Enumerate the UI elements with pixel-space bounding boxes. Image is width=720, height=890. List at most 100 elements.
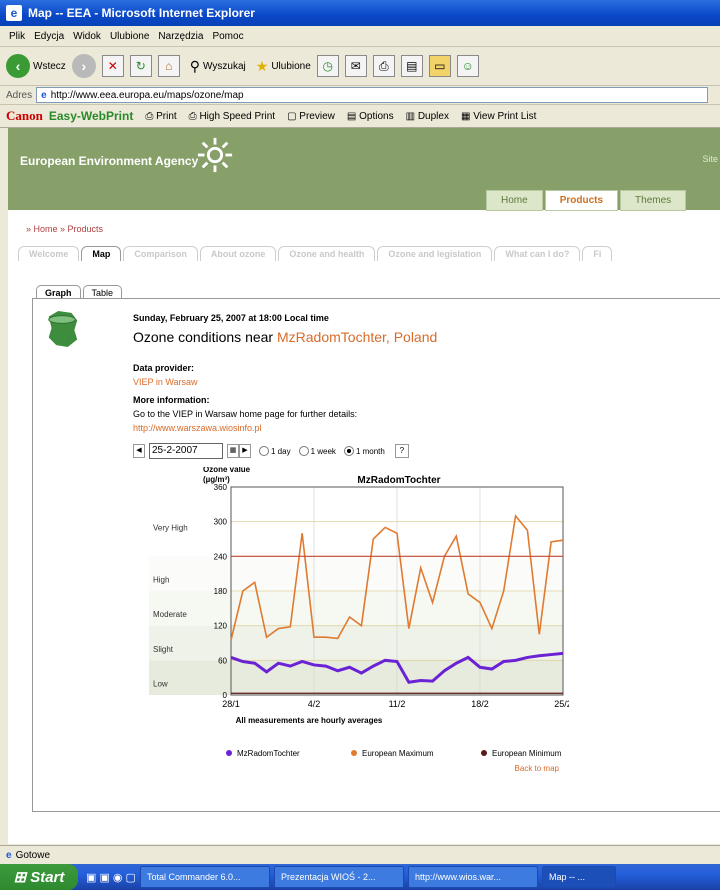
canon-preview-button[interactable]: ▢ Preview: [287, 111, 335, 122]
easy-webprint-menu[interactable]: Easy-WebPrint: [49, 109, 133, 123]
legend-marker: [226, 750, 232, 756]
ie-icon: e: [6, 5, 22, 21]
taskbar-item-label: http://www.wios.war...: [414, 872, 501, 882]
canon-viewlist-label: View Print List: [473, 110, 537, 122]
canon-hsprint-button[interactable]: ⎙ High Speed Print: [189, 111, 275, 122]
address-input[interactable]: e http://www.eea.europa.eu/maps/ozone/ma…: [36, 87, 709, 103]
browser-window: e Map -- EEA - Microsoft Internet Explor…: [0, 0, 720, 890]
canon-options-label: Options: [359, 110, 394, 122]
nav-tab-home[interactable]: Home: [486, 190, 543, 211]
canon-options-button[interactable]: ▤ Options: [347, 111, 394, 122]
band-label-bg: [149, 556, 231, 591]
taskbar: ⊞ Start ▣ ▣ ◉ ▢ Total Commander 6.0... Pr…: [0, 864, 720, 890]
address-bar: Adres e http://www.eea.europa.eu/maps/oz…: [0, 86, 720, 105]
print-icon[interactable]: ⎙: [372, 55, 395, 77]
site-name[interactable]: European Environment Agency: [20, 154, 198, 168]
canon-viewlist-button[interactable]: ▦ View Print List: [461, 111, 536, 122]
nav-tab-products[interactable]: Products: [544, 190, 619, 211]
provider-heading: Data provider:: [133, 363, 195, 373]
band-label: High: [153, 575, 169, 584]
taskbar-item-presentation[interactable]: Prezentacja WIOŚ - 2...: [273, 866, 404, 888]
chart-title: MzRadomTochter: [357, 475, 440, 486]
messenger-icon[interactable]: ☺: [456, 55, 479, 77]
search-label: Wyszukaj: [203, 60, 246, 72]
back-to-map-link[interactable]: Back to map: [515, 764, 560, 773]
radio-1-day[interactable]: [259, 446, 269, 456]
menu-favorites[interactable]: Ulubione: [110, 31, 149, 42]
more-info-text: Go to the VIEP in Warsaw home page for f…: [133, 409, 358, 419]
date-input[interactable]: 25-2-2007: [149, 443, 223, 459]
nav-tab-themes[interactable]: Themes: [620, 190, 687, 211]
provider-link[interactable]: VIEP in Warsaw: [133, 377, 198, 387]
provider-label: Data provider:: [133, 363, 194, 373]
edit-icon[interactable]: ▤: [400, 55, 423, 77]
x-tick-label: 11/2: [389, 699, 406, 709]
canon-duplex-label: Duplex: [417, 110, 449, 122]
taskbar-item-wios[interactable]: http://www.wios.war...: [407, 866, 538, 888]
forward-button[interactable]: ›: [71, 54, 96, 78]
menu-edit[interactable]: Edycja: [34, 31, 64, 42]
legend-marker: [481, 750, 487, 756]
band-label: Moderate: [153, 610, 187, 619]
refresh-icon[interactable]: ↻: [129, 55, 152, 77]
tab-more[interactable]: Fi: [582, 246, 613, 261]
help-button[interactable]: ?: [394, 444, 409, 458]
y-tick-label: 180: [214, 587, 228, 596]
start-button[interactable]: ⊞ Start: [0, 864, 78, 890]
menu-file[interactable]: Plik: [9, 31, 25, 42]
legend-label: European Minimum: [492, 749, 562, 758]
x-tick-label: 18/2: [471, 699, 489, 709]
taskbar-item-map[interactable]: Map -- ...: [541, 866, 616, 888]
tab-welcome[interactable]: Welcome: [18, 246, 80, 261]
y-tick-label: 360: [214, 483, 228, 492]
canon-preview-label: Preview: [299, 110, 335, 122]
address-label: Adres: [6, 89, 33, 101]
radio-1-week-label: 1 week: [310, 446, 336, 456]
site-header: European Environment Agency Site Home Pr…: [8, 128, 720, 211]
y-tick-label: 0: [223, 691, 228, 700]
next-date-button[interactable]: ▶: [239, 444, 251, 458]
quick-launch-icons[interactable]: ▣ ▣ ◉ ▢: [86, 871, 136, 884]
station-location: MzRadomTochter, Poland: [276, 329, 438, 345]
tab-ozone-legislation[interactable]: Ozone and legislation: [377, 246, 493, 261]
canon-print-button[interactable]: ⎙ Print: [145, 111, 176, 122]
canon-hsprint-label: High Speed Print: [199, 110, 276, 122]
status-bar: e Gotowe: [0, 845, 720, 864]
tab-comparison[interactable]: Comparison: [123, 246, 198, 261]
y-tick-label: 240: [214, 552, 228, 561]
canon-toolbar: Canon Easy-WebPrint ⎙ Print ⎙ High Speed…: [0, 105, 720, 128]
x-tick-label: 28/1: [222, 699, 240, 709]
radio-1-month[interactable]: [343, 446, 354, 456]
taskbar-item-label: Total Commander 6.0...: [146, 872, 241, 882]
tab-map[interactable]: Map: [81, 246, 122, 261]
title-prefix: Ozone conditions near: [133, 329, 274, 345]
home-icon[interactable]: ⌂: [157, 55, 180, 77]
tab-about-ozone[interactable]: About ozone: [199, 246, 277, 261]
favorites-button[interactable]: ★ Ulubione: [256, 58, 311, 75]
mail-icon[interactable]: ✉: [344, 55, 367, 77]
canon-duplex-button[interactable]: ▥ Duplex: [406, 111, 449, 122]
toolbar: ‹ Wstecz › ✕ ↻ ⌂ ⚲ Wyszukaj ★ Ulubione ◷…: [0, 47, 720, 86]
more-info-heading: More information:: [133, 395, 210, 405]
history-icon[interactable]: ◷: [316, 55, 339, 77]
breadcrumb[interactable]: » Home » Products: [26, 224, 103, 234]
radio-1-week[interactable]: [298, 446, 309, 456]
tab-ozone-health[interactable]: Ozone and health: [278, 246, 376, 261]
poland-map-icon: [48, 310, 78, 348]
search-button[interactable]: ⚲ Wyszukaj: [190, 58, 246, 75]
taskbar-item-total-commander[interactable]: Total Commander 6.0...: [139, 866, 270, 888]
radio-1-day-label: 1 day: [271, 446, 291, 456]
menu-tools[interactable]: Narzędzia: [158, 31, 203, 42]
menu-help[interactable]: Pomoc: [212, 31, 243, 42]
start-label: Start: [30, 868, 65, 886]
tab-what-can-i-do[interactable]: What can I do?: [494, 246, 581, 261]
status-text: Gotowe: [15, 849, 51, 861]
folder-icon[interactable]: ▭: [428, 55, 451, 77]
more-info-link[interactable]: http://www.warszawa.wiosinfo.pl: [133, 423, 262, 433]
menu-view[interactable]: Widok: [73, 31, 101, 42]
prev-date-button[interactable]: ◀: [133, 444, 145, 458]
calendar-icon[interactable]: ▦: [227, 444, 239, 458]
back-button[interactable]: ‹ Wstecz: [6, 54, 66, 78]
stop-icon[interactable]: ✕: [101, 55, 124, 77]
address-url: http://www.eea.europa.eu/maps/ozone/map: [50, 89, 244, 101]
